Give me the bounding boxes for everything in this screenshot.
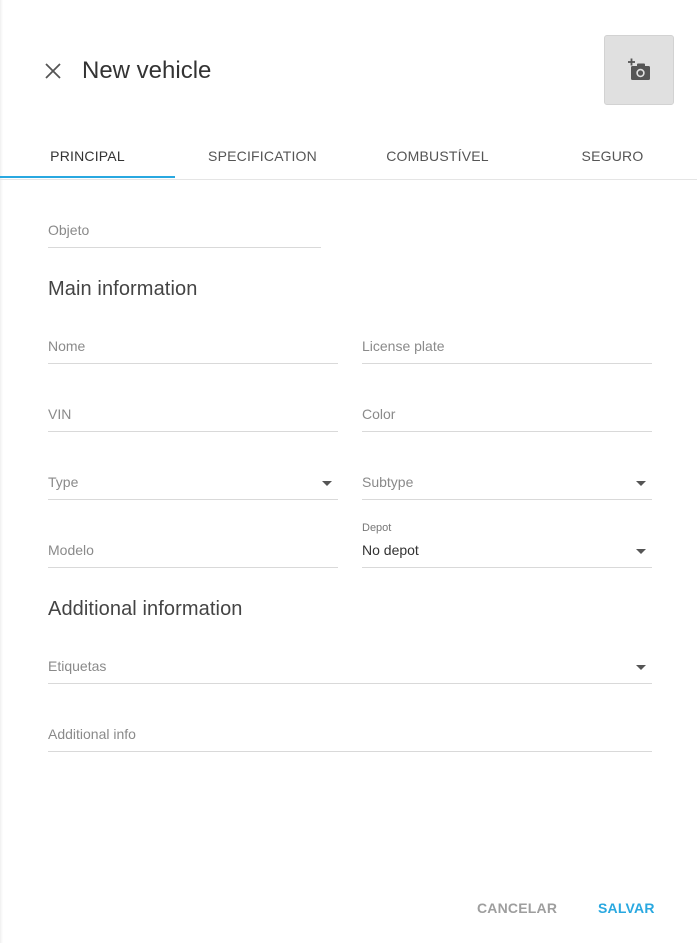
depot-select[interactable]: Depot No depot bbox=[362, 522, 652, 568]
modelo-placeholder: Modelo bbox=[48, 542, 94, 558]
license-plate-field[interactable]: License plate bbox=[362, 332, 652, 364]
chevron-down-icon bbox=[636, 549, 646, 554]
subtype-placeholder: Subtype bbox=[362, 474, 414, 490]
type-placeholder: Type bbox=[48, 474, 79, 490]
close-button[interactable] bbox=[40, 58, 66, 84]
tab-combustivel[interactable]: COMBUSTÍVEL bbox=[350, 137, 525, 178]
chevron-down-icon bbox=[322, 481, 332, 486]
etiquetas-placeholder: Etiquetas bbox=[48, 658, 107, 674]
nome-field[interactable]: Nome bbox=[48, 332, 338, 364]
depot-value: No depot bbox=[362, 542, 419, 558]
etiquetas-select[interactable]: Etiquetas bbox=[48, 652, 652, 684]
modelo-field[interactable]: Modelo bbox=[48, 536, 338, 568]
add-photo-button[interactable] bbox=[604, 35, 674, 105]
add-photo-icon bbox=[628, 58, 650, 80]
license-plate-placeholder: License plate bbox=[362, 338, 445, 354]
chevron-down-icon bbox=[636, 665, 646, 670]
active-tab-indicator bbox=[0, 176, 175, 178]
close-icon bbox=[45, 63, 61, 79]
depot-label: Depot bbox=[362, 522, 392, 534]
nome-placeholder: Nome bbox=[48, 338, 86, 354]
color-field[interactable]: Color bbox=[362, 400, 652, 432]
additional-information-heading: Additional information bbox=[48, 598, 243, 620]
tab-seguro[interactable]: SEGURO bbox=[525, 137, 697, 178]
tab-principal[interactable]: PRINCIPAL bbox=[0, 137, 175, 178]
new-vehicle-panel: New vehicle PRINCIPAL SPECIFICATION COMB… bbox=[0, 0, 697, 943]
save-button[interactable]: SALVAR bbox=[598, 900, 655, 916]
subtype-select[interactable]: Subtype bbox=[362, 468, 652, 500]
objeto-placeholder: Objeto bbox=[48, 222, 90, 238]
tab-specification[interactable]: SPECIFICATION bbox=[175, 137, 350, 178]
additional-info-placeholder: Additional info bbox=[48, 726, 136, 742]
objeto-field[interactable]: Objeto bbox=[48, 216, 321, 248]
tab-bar: PRINCIPAL SPECIFICATION COMBUSTÍVEL SEGU… bbox=[0, 137, 697, 180]
vin-field[interactable]: VIN bbox=[48, 400, 338, 432]
color-placeholder: Color bbox=[362, 406, 396, 422]
additional-info-field[interactable]: Additional info bbox=[48, 720, 652, 752]
vin-placeholder: VIN bbox=[48, 406, 72, 422]
cancel-button[interactable]: CANCELAR bbox=[477, 900, 557, 916]
chevron-down-icon bbox=[636, 481, 646, 486]
type-select[interactable]: Type bbox=[48, 468, 338, 500]
main-information-heading: Main information bbox=[48, 278, 198, 300]
page-title: New vehicle bbox=[82, 57, 212, 84]
